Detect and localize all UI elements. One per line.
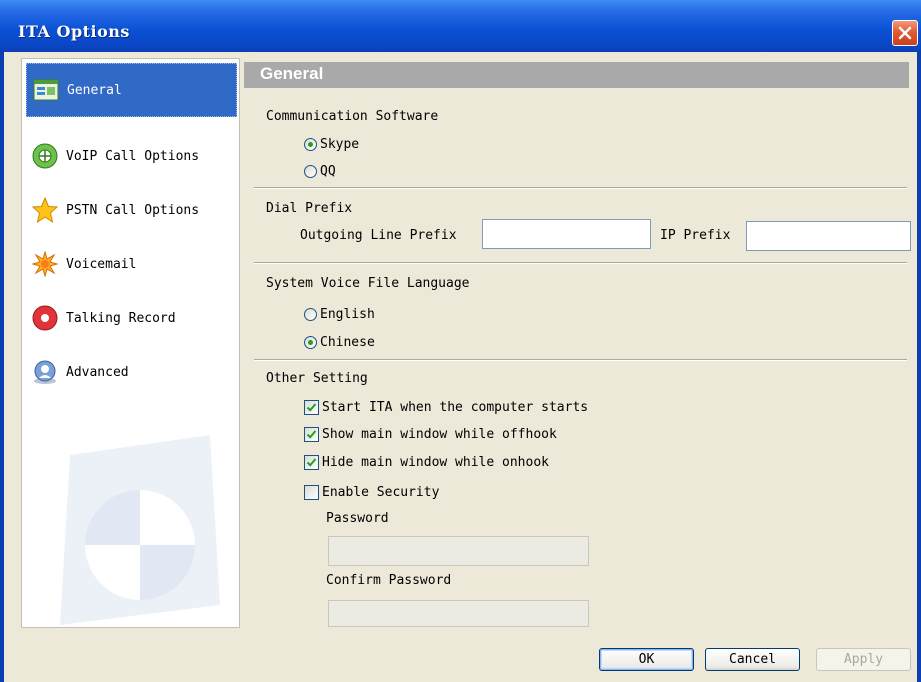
- enable-security-checkbox[interactable]: [304, 485, 319, 500]
- window-title: ITA Options: [18, 22, 130, 41]
- advanced-icon: [32, 359, 58, 385]
- sidebar-item-label: Advanced: [66, 364, 129, 380]
- show-main-window-label[interactable]: Show main window while offhook: [322, 427, 557, 442]
- ok-button[interactable]: OK: [599, 648, 694, 671]
- confirm-password-label: Confirm Password: [326, 573, 452, 588]
- radio-skype[interactable]: [304, 138, 317, 151]
- section-title: General: [260, 64, 324, 83]
- options-window: ITA Options General VoIP Call Options PS…: [0, 0, 921, 682]
- dial-prefix-label: Dial Prefix: [266, 201, 353, 216]
- enable-security-label[interactable]: Enable Security: [322, 485, 439, 500]
- sidebar-item-pstn[interactable]: PSTN Call Options: [26, 183, 237, 237]
- sidebar-item-label: General: [67, 82, 122, 98]
- sidebar-item-voip[interactable]: VoIP Call Options: [26, 129, 237, 183]
- sidebar-item-label: Talking Record: [66, 310, 176, 326]
- checkmark-icon: [306, 430, 317, 439]
- voip-icon: [32, 143, 58, 169]
- section-header: General: [244, 62, 909, 88]
- radio-skype-label[interactable]: Skype: [320, 137, 359, 152]
- close-icon: [898, 26, 912, 40]
- radio-english-label[interactable]: English: [320, 307, 375, 322]
- divider: [254, 187, 907, 189]
- sidebar-item-label: Voicemail: [66, 256, 137, 272]
- ip-prefix-label: IP Prefix: [660, 228, 731, 243]
- dialog-client-area: General VoIP Call Options PSTN Call Opti…: [4, 52, 917, 682]
- voice-language-label: System Voice File Language: [266, 276, 470, 291]
- sidebar-item-label: PSTN Call Options: [66, 202, 200, 218]
- apply-button[interactable]: Apply: [816, 648, 911, 671]
- general-icon: [33, 77, 59, 103]
- radio-chinese[interactable]: [304, 336, 317, 349]
- password-input[interactable]: [328, 536, 589, 566]
- outgoing-line-prefix-label: Outgoing Line Prefix: [300, 228, 457, 243]
- other-setting-label: Other Setting: [266, 371, 368, 386]
- sidebar-item-general[interactable]: General: [26, 63, 237, 117]
- hide-main-window-label[interactable]: Hide main window while onhook: [322, 455, 549, 470]
- radio-qq[interactable]: [304, 165, 317, 178]
- sidebar-item-label: VoIP Call Options: [66, 148, 200, 164]
- divider: [254, 359, 907, 361]
- voicemail-icon: [31, 250, 59, 278]
- communication-software-label: Communication Software: [266, 109, 439, 124]
- outgoing-line-prefix-input[interactable]: [482, 219, 651, 249]
- hide-main-window-checkbox[interactable]: [304, 455, 319, 470]
- password-label: Password: [326, 511, 389, 526]
- checkmark-icon: [306, 403, 317, 412]
- record-icon: [32, 305, 58, 331]
- cancel-button[interactable]: Cancel: [705, 648, 800, 671]
- sidebar-item-advanced[interactable]: Advanced: [26, 345, 237, 399]
- start-ita-label[interactable]: Start ITA when the computer starts: [322, 400, 588, 415]
- sidebar-item-talking-record[interactable]: Talking Record: [26, 291, 237, 345]
- checkmark-icon: [306, 458, 317, 467]
- star-icon: [31, 196, 59, 224]
- close-button[interactable]: [892, 20, 918, 46]
- title-bar[interactable]: ITA Options: [0, 0, 921, 52]
- sidebar-item-voicemail[interactable]: Voicemail: [26, 237, 237, 291]
- divider: [254, 262, 907, 264]
- category-sidebar: General VoIP Call Options PSTN Call Opti…: [21, 58, 240, 628]
- confirm-password-input[interactable]: [328, 600, 589, 627]
- watermark-logo-icon: [60, 435, 220, 625]
- radio-qq-label[interactable]: QQ: [320, 164, 336, 179]
- radio-english[interactable]: [304, 308, 317, 321]
- radio-chinese-label[interactable]: Chinese: [320, 335, 375, 350]
- show-main-window-checkbox[interactable]: [304, 427, 319, 442]
- ip-prefix-input[interactable]: [746, 221, 911, 251]
- start-ita-checkbox[interactable]: [304, 400, 319, 415]
